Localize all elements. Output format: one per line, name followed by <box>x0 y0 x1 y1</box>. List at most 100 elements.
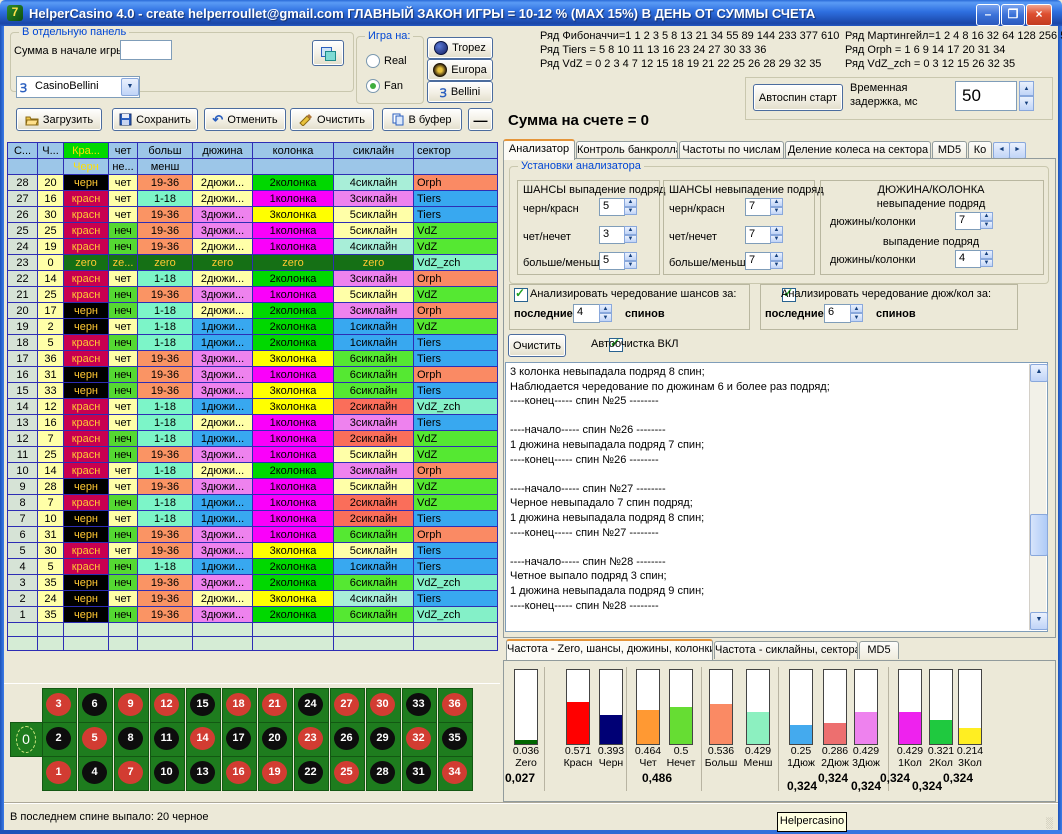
copy-buffer-button[interactable]: В буфер <box>382 108 462 131</box>
close-button[interactable]: × <box>1026 4 1052 26</box>
casino-europa-button[interactable]: Europa <box>427 59 493 81</box>
roulette-number-cell[interactable]: 9 <box>114 688 149 723</box>
roulette-number-cell[interactable]: 21 <box>258 688 293 723</box>
roulette-number-cell[interactable]: 10 <box>150 756 185 791</box>
roulette-number-cell[interactable]: 25 <box>330 756 365 791</box>
roulette-number-cell[interactable]: 5 <box>78 722 113 757</box>
delay-spinner[interactable]: ▲ ▼ <box>1019 81 1034 111</box>
roulette-zero-cell[interactable]: 0 <box>10 722 43 757</box>
spin-hi-lo-miss-buttons[interactable]: ▲▼ <box>770 252 783 269</box>
maximize-button[interactable]: ❐ <box>1001 4 1025 26</box>
column-header[interactable]: Ч... <box>38 143 64 159</box>
spinner-down-icon[interactable]: ▼ <box>1019 96 1034 111</box>
roulette-number-cell[interactable]: 8 <box>114 722 149 757</box>
scroll-down-icon[interactable]: ▼ <box>1030 612 1048 630</box>
roulette-number-cell[interactable]: 6 <box>78 688 113 723</box>
detach-panel-button[interactable] <box>312 40 344 66</box>
spin-dozen-column-hit[interactable]: 4 <box>955 250 981 268</box>
tab-scroll-left-icon[interactable]: ◄ <box>993 142 1010 159</box>
log-scrollbar[interactable]: ▲ ▼ <box>1029 364 1046 630</box>
radio-fan[interactable]: Fan <box>366 79 403 93</box>
casino-combobox[interactable]: Ɜ CasinoBellini ▼ <box>16 76 140 98</box>
spin-even-odd-hit-buttons[interactable]: ▲▼ <box>624 226 637 243</box>
spin-dozen-column-hit-buttons[interactable]: ▲▼ <box>980 250 993 267</box>
autospin-start-button[interactable]: Автоспин старт <box>753 84 843 111</box>
tab-md5[interactable]: MD5 <box>932 141 967 159</box>
roulette-number-cell[interactable]: 24 <box>294 688 329 723</box>
column-header[interactable]: С... <box>8 143 38 159</box>
column-header[interactable]: дюжина <box>193 143 253 159</box>
minimize-button[interactable]: – <box>976 4 1000 26</box>
tab-number-frequencies[interactable]: Частоты по числам <box>679 141 784 159</box>
roulette-number-cell[interactable]: 16 <box>222 756 257 791</box>
spin-black-red-hit-buttons[interactable]: ▲▼ <box>624 198 637 215</box>
roulette-number-cell[interactable]: 28 <box>366 756 401 791</box>
scroll-up-icon[interactable]: ▲ <box>1030 364 1048 382</box>
title-bar[interactable]: 7 HelperCasino 4.0 - create helperroulle… <box>0 0 1062 26</box>
clear-button[interactable]: Очистить <box>290 108 374 131</box>
log-clear-button[interactable]: Очистить <box>508 334 566 357</box>
tab-ko[interactable]: Ко <box>968 141 992 159</box>
load-button[interactable]: Загрузить <box>16 108 102 131</box>
spin-hi-lo-miss[interactable]: 7 <box>745 252 771 270</box>
roulette-number-cell[interactable]: 17 <box>222 722 257 757</box>
spin-even-odd-hit[interactable]: 3 <box>599 226 625 244</box>
roulette-number-cell[interactable]: 27 <box>330 688 365 723</box>
tab-bankroll-control[interactable]: Контроль банкролла <box>576 141 678 159</box>
roulette-number-cell[interactable]: 26 <box>330 722 365 757</box>
tab-wheel-sectors[interactable]: Деление колеса на сектора <box>785 141 931 159</box>
tab-scroll-right-icon[interactable]: ► <box>1009 142 1026 159</box>
column-header[interactable]: сектор <box>414 143 498 159</box>
column-header[interactable]: сиклайн <box>334 143 414 159</box>
spin-last-chances-buttons[interactable]: ▲▼ <box>599 304 612 322</box>
tab-freq-main[interactable]: Частота - Zero, шансы, дюжины, колонки <box>506 639 713 660</box>
tab-freq-md5[interactable]: MD5 <box>859 641 899 659</box>
roulette-number-cell[interactable]: 23 <box>294 722 329 757</box>
spin-even-odd-miss[interactable]: 7 <box>745 226 771 244</box>
spin-black-red-miss-buttons[interactable]: ▲▼ <box>770 198 783 215</box>
spin-last-dozen-buttons[interactable]: ▲▼ <box>850 304 863 322</box>
collapse-button[interactable]: — <box>468 108 493 131</box>
roulette-number-cell[interactable]: 36 <box>438 688 473 723</box>
roulette-number-cell[interactable]: 4 <box>78 756 113 791</box>
roulette-number-cell[interactable]: 13 <box>186 756 221 791</box>
spin-hi-lo-hit[interactable]: 5 <box>599 252 625 270</box>
roulette-number-cell[interactable]: 14 <box>186 722 221 757</box>
undo-button[interactable]: ↶ Отменить <box>204 108 286 131</box>
column-header[interactable]: колонка <box>253 143 334 159</box>
spin-hi-lo-hit-buttons[interactable]: ▲▼ <box>624 252 637 269</box>
roulette-number-cell[interactable]: 12 <box>150 688 185 723</box>
save-button[interactable]: Сохранить <box>112 108 198 131</box>
roulette-number-cell[interactable]: 11 <box>150 722 185 757</box>
spin-dozen-column-miss-buttons[interactable]: ▲▼ <box>980 212 993 229</box>
roulette-number-cell[interactable]: 30 <box>366 688 401 723</box>
roulette-number-cell[interactable]: 20 <box>258 722 293 757</box>
spin-dozen-column-miss[interactable]: 7 <box>955 212 981 230</box>
resize-grip[interactable]: ░ <box>1046 818 1054 829</box>
casino-bellini-button[interactable]: Ɜ Bellini <box>427 81 493 103</box>
casino-tropez-button[interactable]: Tropez <box>427 37 493 59</box>
roulette-number-cell[interactable]: 29 <box>366 722 401 757</box>
spin-black-red-miss[interactable]: 7 <box>745 198 771 216</box>
tab-freq-sixline[interactable]: Частота - сиклайны, сектора <box>714 641 858 659</box>
roulette-number-cell[interactable]: 22 <box>294 756 329 791</box>
roulette-number-cell[interactable]: 2 <box>42 722 77 757</box>
roulette-number-cell[interactable]: 15 <box>186 688 221 723</box>
roulette-number-cell[interactable]: 7 <box>114 756 149 791</box>
chevron-down-icon[interactable]: ▼ <box>121 78 139 96</box>
roulette-number-cell[interactable]: 35 <box>438 722 473 757</box>
roulette-number-cell[interactable]: 32 <box>402 722 437 757</box>
roulette-number-cell[interactable]: 33 <box>402 688 437 723</box>
roulette-number-cell[interactable]: 18 <box>222 688 257 723</box>
column-header[interactable]: больш <box>138 143 193 159</box>
roulette-number-cell[interactable]: 34 <box>438 756 473 791</box>
analysis-log[interactable]: 3 колонка невыпадала подряд 8 спин; Набл… <box>505 362 1048 632</box>
spin-even-odd-miss-buttons[interactable]: ▲▼ <box>770 226 783 243</box>
alternation-chances-checkbox[interactable] <box>514 288 528 302</box>
radio-real[interactable]: Real <box>366 54 407 68</box>
spin-last-chances[interactable]: 4 <box>573 304 600 323</box>
spin-last-dozen[interactable]: 6 <box>824 304 851 323</box>
scrollbar-thumb[interactable] <box>1030 514 1048 556</box>
tab-analyzer[interactable]: Анализатор <box>503 139 575 160</box>
column-header[interactable]: чет <box>109 143 138 159</box>
